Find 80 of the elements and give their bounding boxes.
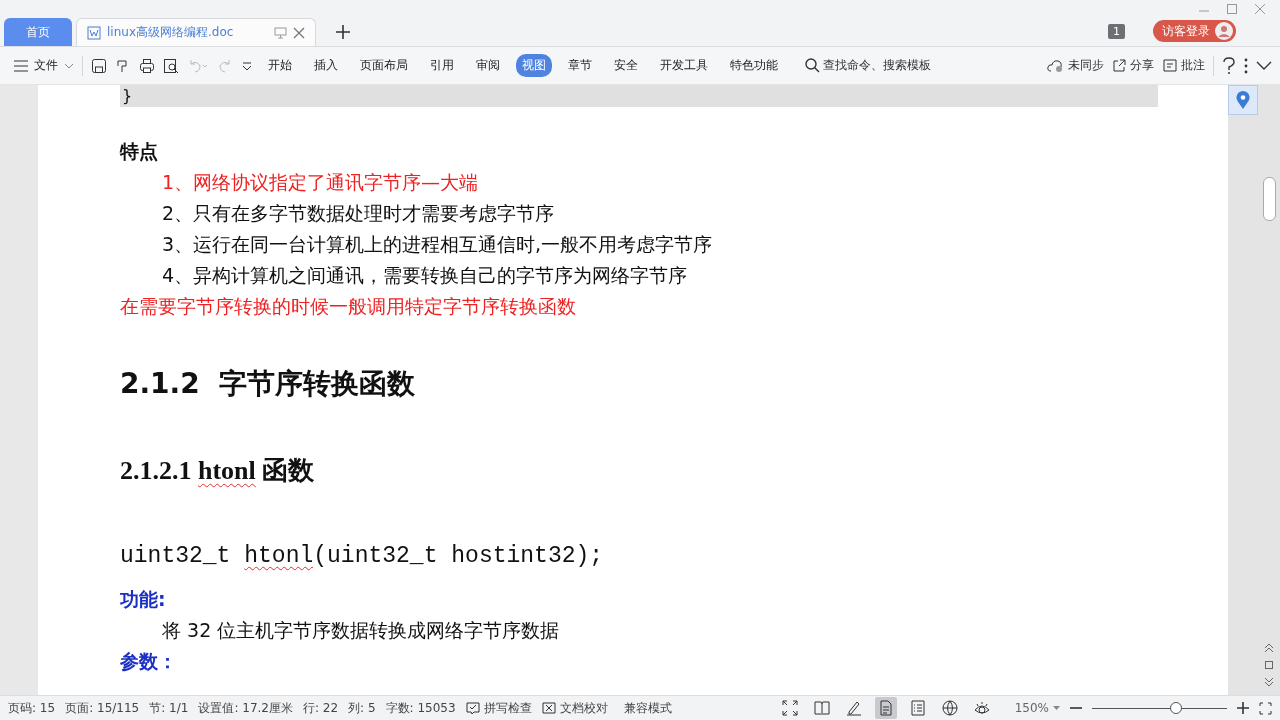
document-icon <box>877 700 894 716</box>
status-item: 节: 1/1 <box>149 699 189 717</box>
status-item: 列: 5 <box>348 699 376 717</box>
globe-icon <box>941 700 958 716</box>
close-icon[interactable] <box>293 26 305 39</box>
ribbon-tab[interactable]: 页面布局 <box>354 54 414 77</box>
ribbon-tab[interactable]: 特色功能 <box>724 54 784 77</box>
more-icon[interactable] <box>1244 57 1248 74</box>
status-item: 页面: 15/115 <box>65 699 140 717</box>
zoom-in-icon[interactable] <box>1237 702 1249 714</box>
close-icon[interactable] <box>1254 3 1266 15</box>
proofing-button[interactable]: 文档校对 <box>541 699 608 717</box>
ribbon-tab[interactable]: 插入 <box>308 54 344 77</box>
help-icon[interactable] <box>1222 56 1236 75</box>
heading: 2.1.2 字节序转换函数 <box>120 366 417 402</box>
page-count-badge[interactable]: 1 <box>1108 23 1125 39</box>
add-tab-icon[interactable] <box>336 25 350 39</box>
ribbon-tab[interactable]: 视图 <box>516 54 552 77</box>
list-item: 2、只有在多字节数据处理时才需要考虑字节序 <box>161 201 556 226</box>
select-object-icon[interactable] <box>1264 660 1274 670</box>
menu-icon <box>14 59 28 72</box>
sync-button[interactable]: 未同步 <box>1047 57 1104 74</box>
book-icon <box>813 700 830 716</box>
previous-page-icon[interactable] <box>1264 643 1274 653</box>
slider-thumb[interactable] <box>1169 702 1182 714</box>
login-button[interactable]: 访客登录 <box>1153 20 1236 42</box>
search-command-button[interactable]: 查找命令、搜索模板 <box>805 57 931 74</box>
proofing-icon <box>541 702 556 714</box>
caret-icon <box>1053 706 1060 710</box>
ribbon-tab[interactable]: 引用 <box>424 54 460 77</box>
spell-check-button[interactable]: 拼写检查 <box>465 699 532 717</box>
paragraph: 在需要字节序转换的时候一般调用特定字节序转换函数 <box>120 294 577 319</box>
maximize-icon[interactable] <box>1226 3 1238 15</box>
status-item: 字数: 15053 <box>385 699 456 717</box>
list-item: 1、网络协议指定了通讯字节序—大端 <box>161 170 480 195</box>
print-preview-icon[interactable] <box>163 57 179 74</box>
share-icon <box>1112 58 1127 73</box>
search-icon <box>805 58 820 73</box>
ribbon-tab[interactable]: 安全 <box>608 54 644 77</box>
ribbon-tab[interactable]: 开发工具 <box>654 54 714 77</box>
spell-check-icon <box>465 701 480 715</box>
expand-icon <box>781 700 798 716</box>
file-menu[interactable]: 文件 <box>14 57 74 74</box>
pen-icon <box>845 700 862 716</box>
document-tab[interactable]: linux高级网络编程.doc <box>76 18 316 46</box>
caret-icon <box>64 62 74 69</box>
field-label: 功能: <box>120 587 167 612</box>
share-button[interactable]: 分享 <box>1112 57 1154 74</box>
print-icon[interactable] <box>139 57 155 74</box>
fit-window-icon[interactable] <box>1259 701 1272 715</box>
ribbon-tab[interactable]: 审阅 <box>470 54 506 77</box>
comment-icon <box>1162 58 1178 73</box>
code-line: uint32_t htonl(uint32_t hostint32); <box>120 543 605 571</box>
compatibility-mode-label: 兼容模式 <box>623 699 672 717</box>
collapse-icon[interactable] <box>1256 60 1272 71</box>
page-view-button[interactable] <box>874 697 897 719</box>
paragraph: 将 32 位主机字节序数据转换成网络字节序数据 <box>161 618 561 643</box>
save-icon[interactable] <box>91 57 107 74</box>
zoom-dropdown[interactable]: 150% <box>1014 701 1060 715</box>
status-item: 页码: 15 <box>8 699 56 717</box>
list-icon <box>909 700 926 716</box>
heading: 2.1.2.1 htonl 函数 <box>120 455 316 487</box>
eye-icon <box>973 700 990 716</box>
list-item: 4、异构计算机之间通讯，需要转换自己的字节序为网络字节序 <box>161 263 689 288</box>
ribbon-tab[interactable]: 章节 <box>562 54 598 77</box>
next-page-icon[interactable] <box>1264 677 1274 687</box>
location-pin-icon <box>1236 91 1250 109</box>
dropdown-icon[interactable] <box>241 59 253 72</box>
avatar-icon <box>1215 22 1233 40</box>
section-label: 特点 <box>120 139 159 164</box>
navigation-panel-button[interactable] <box>1228 85 1258 115</box>
document-icon <box>87 25 101 40</box>
ribbon-tab[interactable]: 开始 <box>262 54 298 77</box>
field-label: 参数： <box>120 649 178 674</box>
cloud-icon <box>1047 58 1065 73</box>
status-item: 行: 22 <box>302 699 339 717</box>
list-item: 3、运行在同一台计算机上的进程相互通信时,一般不用考虑字节序 <box>161 232 714 257</box>
status-item: 设置值: 17.2厘米 <box>198 699 293 717</box>
scrollbar-thumb[interactable] <box>1262 177 1276 221</box>
comment-button[interactable]: 批注 <box>1162 57 1205 74</box>
